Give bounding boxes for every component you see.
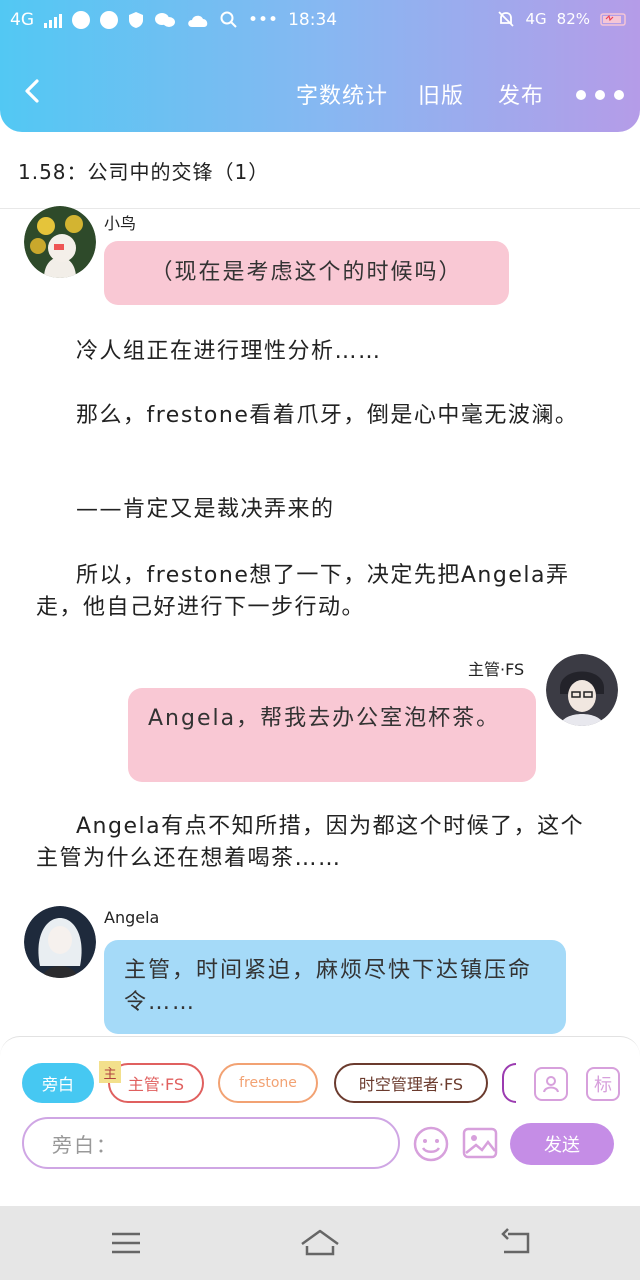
send-button[interactable]: 发送 [510,1123,614,1165]
system-navigation-bar [0,1206,640,1280]
clock: 18:34 [288,10,338,30]
composer-panel: 旁白 主管·FS 主 frestone 时空管理者·FS 标 旁白： 发送 [0,1036,640,1177]
avatar-angela[interactable] [24,906,96,978]
message-input[interactable]: 旁白： [22,1117,400,1169]
menu-icon[interactable] [106,1226,146,1260]
speaker-name: 小鸟 [104,214,137,233]
narration-text: 那么，frestone看着爪牙，倒是心中毫无波澜。 [76,403,579,428]
role-chip-time-manager[interactable]: 时空管理者·FS [334,1063,488,1103]
shield-icon [129,12,143,28]
app-notification-icon-2 [100,11,118,29]
speaker-name: 主管·FS [468,660,525,679]
back-icon[interactable] [496,1226,536,1260]
back-arrow-icon[interactable] [18,76,48,106]
main-role-badge: 主 [99,1061,121,1083]
search-icon [220,11,237,28]
old-version-button[interactable]: 旧版 [418,78,464,110]
avatar-manager-fs[interactable] [546,654,618,726]
navigation-bar: 字数统计 旧版 发布 [0,62,640,126]
emoji-icon[interactable] [412,1125,450,1163]
avatar-xiaoniao[interactable] [24,206,96,278]
word-count-button[interactable]: 字数统计 [296,78,388,110]
image-icon[interactable] [462,1125,498,1161]
speaker-name: Angela [104,908,160,927]
tag-button[interactable]: 标 [586,1067,620,1101]
message-bubble[interactable]: （现在是考虑这个的时候吗） [104,241,509,305]
role-chip-frestone[interactable]: frestone [218,1063,318,1103]
wechat-icon [155,13,175,27]
signal-icon [44,12,62,28]
narration-text: 冷人组正在进行理性分析…… [76,339,382,364]
app-header: 4G ••• 18:34 4G 82% 字数统计 旧版 发布 [0,0,640,132]
chapter-title: 1.58：公司中的交锋（1） [18,160,270,184]
role-chip-partial[interactable] [502,1063,516,1103]
narration-text: Angela有点不知所措，因为都这个时候了，这个主管为什么还在想着喝茶…… [36,814,585,871]
role-chip-narrator[interactable]: 旁白 [22,1063,94,1103]
more-options-icon[interactable] [576,90,624,100]
divider [0,208,640,209]
role-chip-manager[interactable]: 主管·FS [108,1063,204,1103]
app-notification-icon [72,11,90,29]
message-bubble[interactable]: 主管，时间紧迫，麻烦尽快下达镇压命令…… [104,940,566,1034]
narration-text: ——肯定又是裁决弄来的 [76,497,335,522]
publish-button[interactable]: 发布 [498,78,544,110]
home-icon[interactable] [298,1226,342,1260]
status-bar: 4G ••• 18:34 4G 82% [0,6,640,36]
battery-level: 82% [556,10,590,28]
character-manage-icon[interactable] [534,1067,568,1101]
narration-text: 所以，frestone想了一下，决定先把Angela弄走，他自己好进行下一步行动… [36,563,570,620]
cloud-icon [188,15,208,27]
battery-icon [600,13,626,26]
network-type-right: 4G [525,10,547,28]
more-notifications-icon: ••• [248,10,279,30]
message-bubble[interactable]: Angela，帮我去办公室泡杯茶。 [128,688,536,782]
network-type-left: 4G [10,10,34,30]
mute-bell-icon [498,11,515,27]
